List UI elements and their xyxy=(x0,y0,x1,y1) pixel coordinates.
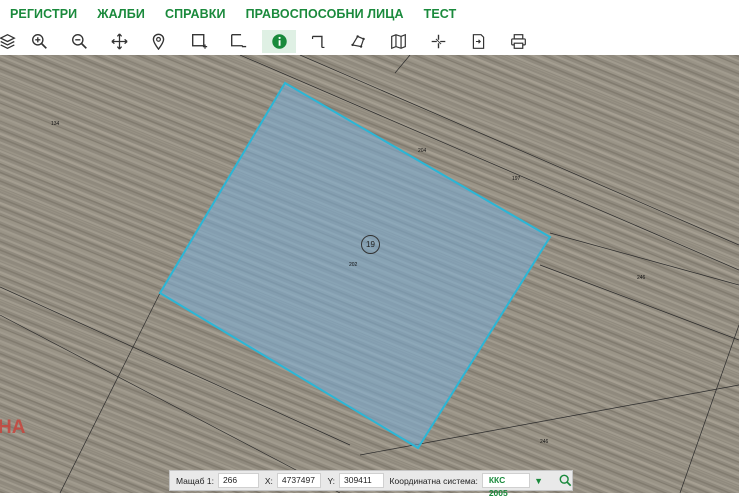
zoom-in-button[interactable] xyxy=(22,30,56,53)
parcel-id-circle: 19 xyxy=(361,235,380,254)
parcel-number: 202 xyxy=(349,262,358,268)
location-pin-icon xyxy=(152,33,164,50)
info-button[interactable] xyxy=(262,30,296,53)
measure-polygon-button[interactable] xyxy=(341,30,375,53)
export-button[interactable] xyxy=(461,30,495,53)
nav-references[interactable]: СПРАВКИ xyxy=(165,7,226,21)
chevron-down-icon[interactable]: ▼ xyxy=(534,476,543,486)
x-label: X: xyxy=(264,475,273,486)
map-icon xyxy=(390,33,406,50)
coordinate-status-bar: Мащаб 1: 266 X: 4737497 Y: 309411 Коорди… xyxy=(169,470,573,498)
print-button[interactable] xyxy=(501,30,535,53)
print-icon xyxy=(510,34,526,49)
parcel-number: 246 xyxy=(540,439,549,445)
scale-value[interactable]: 266 xyxy=(217,473,259,488)
layers-button[interactable] xyxy=(0,30,24,53)
split-icon xyxy=(431,34,445,49)
pan-button[interactable] xyxy=(102,30,136,53)
map-canvas[interactable]: 134 204 197 19 202 246 246 НА xyxy=(0,55,739,493)
select-area-button[interactable] xyxy=(221,30,255,53)
pan-icon xyxy=(110,33,128,50)
parcel-number: 197 xyxy=(512,176,521,182)
map-region-label: НА xyxy=(0,417,26,438)
coord-system-label: Координатна система: xyxy=(389,475,478,486)
measure-polygon-icon xyxy=(350,35,365,48)
x-coordinate-value: 4737497 xyxy=(276,473,322,488)
map-view-button[interactable] xyxy=(381,30,415,53)
nav-qualified-persons[interactable]: ПРАВОСПОСОБНИ ЛИЦА xyxy=(246,7,404,21)
search-icon xyxy=(559,474,572,487)
coordinate-search-button[interactable] xyxy=(559,474,572,487)
measure-distance-icon xyxy=(311,35,324,49)
scale-label: Мащаб 1: xyxy=(176,475,214,486)
export-icon xyxy=(472,34,484,49)
split-button[interactable] xyxy=(421,30,455,53)
map-toolbar xyxy=(0,28,739,56)
zoom-out-icon xyxy=(71,34,87,49)
top-navigation: РЕГИСТРИ ЖАЛБИ СПРАВКИ ПРАВОСПОСОБНИ ЛИЦ… xyxy=(0,0,739,28)
measure-distance-button[interactable] xyxy=(301,30,335,53)
zoom-out-button[interactable] xyxy=(62,30,96,53)
zoom-in-icon xyxy=(31,34,47,49)
nav-test[interactable]: ТЕСТ xyxy=(424,7,457,21)
parcel-number: 246 xyxy=(637,275,646,281)
aerial-imagery xyxy=(0,55,739,493)
location-button[interactable] xyxy=(141,30,175,53)
select-rectangle-icon xyxy=(191,34,207,49)
y-coordinate-value: 309411 xyxy=(339,473,384,488)
layers-icon xyxy=(0,33,16,50)
select-area-icon xyxy=(230,34,246,48)
nav-complaints[interactable]: ЖАЛБИ xyxy=(97,7,145,21)
coord-system-select[interactable]: ККС 2005 xyxy=(481,473,531,498)
nav-registers[interactable]: РЕГИСТРИ xyxy=(10,7,77,21)
y-label: Y: xyxy=(327,475,335,486)
parcel-number: 204 xyxy=(418,148,427,154)
info-icon xyxy=(271,34,287,49)
parcel-number: 134 xyxy=(51,121,60,127)
select-rectangle-button[interactable] xyxy=(182,30,216,53)
